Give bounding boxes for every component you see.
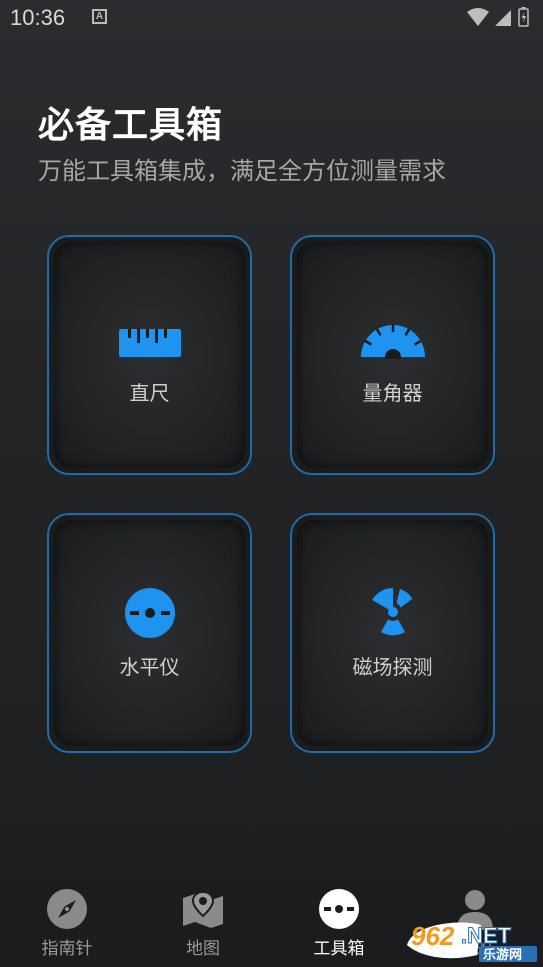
nav-label-map: 地图 [186, 939, 220, 959]
page-title: 必备工具箱 [38, 105, 224, 146]
tool-label-ruler: 直尺 [129, 381, 170, 405]
level-icon [124, 588, 175, 638]
tool-label-magnetic: 磁场探测 [352, 655, 433, 679]
wifi-icon [467, 8, 489, 26]
nav-item-toolbox[interactable]: 工具箱 [284, 878, 394, 967]
signal-icon [495, 10, 511, 26]
tool-card-ruler[interactable]: 直尺 [47, 235, 252, 475]
status-indicators [465, 6, 535, 30]
tool-label-protractor: 量角器 [362, 381, 423, 405]
toolbox-icon [319, 889, 359, 929]
tool-label-level: 水平仪 [119, 655, 180, 679]
magnetic-field-icon [371, 588, 412, 636]
protractor-icon [360, 325, 425, 359]
battery-icon [518, 7, 529, 27]
tool-card-protractor[interactable]: 量角器 [290, 235, 495, 475]
page-subtitle: 万能工具箱集成，满足全方位测量需求 [38, 157, 446, 185]
watermark-logo: 962 .NET 乐游网 [407, 921, 537, 963]
watermark-brand: 962 [411, 921, 455, 951]
notification-icon: A [92, 9, 107, 24]
watermark-suffix: .NET [461, 923, 512, 948]
nav-item-map[interactable]: 地图 [148, 878, 258, 967]
nav-item-compass[interactable]: 指南针 [12, 878, 122, 967]
watermark-text: 乐游网 [483, 947, 522, 963]
compass-icon [47, 889, 87, 929]
status-bar: 10:36 A [0, 0, 543, 38]
nav-label-toolbox: 工具箱 [313, 939, 365, 959]
map-icon [183, 890, 223, 928]
tool-card-magnetic[interactable]: 磁场探测 [290, 513, 495, 753]
tool-card-level[interactable]: 水平仪 [47, 513, 252, 753]
nav-label-compass: 指南针 [41, 939, 93, 959]
ruler-icon [118, 329, 181, 357]
status-time: 10:36 [10, 5, 66, 30]
